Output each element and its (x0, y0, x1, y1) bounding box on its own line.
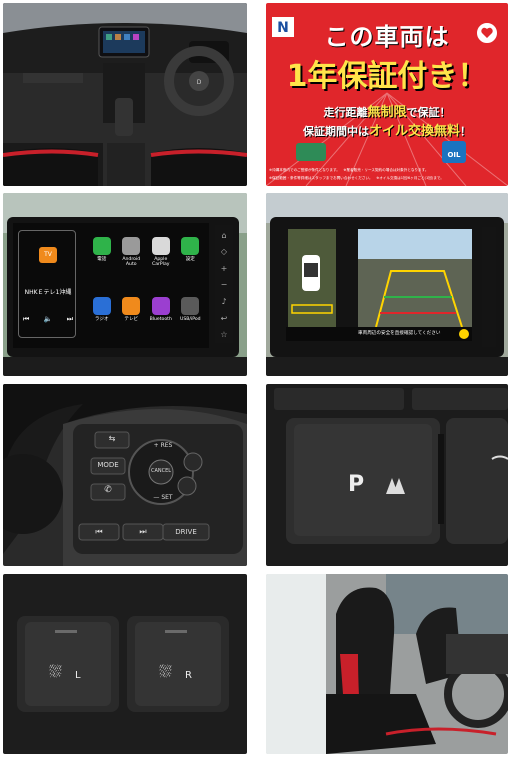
ad-headline-2: 1年保証付き！ (286, 59, 488, 94)
phone-icon (92, 237, 111, 255)
photo-steering-controls: ⇆ MODE ✆ + RES CANCEL — SET ⏮ ⏭ DRIVE (3, 384, 247, 566)
mode-button[interactable]: MODE (91, 461, 125, 469)
warning-icon (459, 329, 469, 339)
app-tile[interactable]: Android Auto (117, 237, 147, 283)
photo-interior-seats (266, 574, 508, 754)
carplay-icon (151, 237, 170, 255)
ad-line-a: 走行距離無制限で保証！ (266, 101, 508, 120)
music-icon (151, 296, 170, 315)
oil-tag: OIL (447, 151, 461, 159)
radio-widget[interactable]: TV NHKＥテレ1沖縄 ⏮ 🔈 ⏭ (18, 230, 76, 338)
prev-icon[interactable]: ⏮ (23, 315, 29, 324)
photo-seat-heaters: ⛆ L ⛆ R (3, 574, 247, 754)
home-icon[interactable]: ⌂ (221, 231, 226, 240)
warranty-ad: N この車両は 1年保証付き！ 走行距離無制限で保証！ 保証期間中はオイル交換無… (266, 3, 508, 186)
ad-line-a-pre: 走行距離 (323, 106, 368, 119)
gear-icon (181, 237, 200, 255)
camera-warning: 車両周辺の安全を直接確認してください (358, 331, 441, 336)
usb-icon (181, 296, 200, 315)
app-tile[interactable]: Bluetooth (146, 296, 176, 338)
app-grid: 電話 Android Auto Apple CarPlay 設定ラジオ テレビ Bluet… (87, 237, 205, 337)
photo-dashboard: D (3, 3, 247, 186)
media-controls: ⏮ 🔈 ⏭ (23, 315, 73, 324)
next-track-button[interactable]: ⏭ (123, 527, 163, 537)
photo-parking-switch: P (266, 384, 508, 566)
app-tile[interactable]: テレビ (117, 296, 147, 338)
seat-heater-right-button[interactable]: R (185, 670, 192, 681)
phone-icon[interactable]: ✆ (91, 485, 125, 495)
photo-infotainment: TV NHKＥテレ1沖縄 ⏮ 🔈 ⏭ 電話 Android Auto Apple Car… (3, 193, 247, 376)
android-auto-icon (122, 237, 141, 255)
prev-track-button[interactable]: ⏮ (79, 527, 119, 537)
svg-text:D: D (197, 79, 202, 86)
app-label: Bluetooth (149, 316, 172, 322)
ad-line-b: 保証期間中はオイル交換無料！ (266, 120, 508, 139)
app-label: 電話 (97, 257, 107, 262)
back-icon[interactable]: ↩ (221, 314, 228, 323)
volume-up-icon[interactable]: + (221, 264, 228, 273)
radio-station: NHKＥテレ1沖縄 (24, 289, 72, 296)
res-button[interactable]: + RES (145, 442, 181, 449)
parking-sensor-button[interactable]: P (348, 472, 364, 497)
volume-down-icon[interactable]: − (221, 280, 228, 289)
app-label: USB/iPod (179, 316, 201, 322)
photo-grid: D N この車両は 1年保証付き！ 走行距離無制限で保証！ 保証期間中はオイル交… (0, 0, 511, 757)
app-tile[interactable]: Apple CarPlay (146, 237, 176, 283)
ad-line-b-post: ！ (460, 125, 471, 138)
ad-line-b-pre: 保証期間中は (302, 125, 369, 138)
radio-icon (92, 296, 111, 315)
seat-heater-left-button[interactable]: L (75, 670, 81, 681)
tv-icon (122, 296, 141, 315)
volume-icon[interactable]: 🔈 (44, 315, 53, 324)
next-icon[interactable]: ⏭ (67, 315, 73, 324)
ad-footnote-1: ※沖縄本島内でのご登録が条件となります。 ※業者販売・リース契約の場合は対象外と… (269, 168, 429, 172)
drive-button[interactable]: DRIVE (163, 528, 209, 536)
app-tile[interactable]: ラジオ (87, 296, 117, 338)
app-tile[interactable]: 電話 (87, 237, 117, 283)
app-tile[interactable]: 設定 (176, 237, 206, 283)
lane-assist-icon[interactable]: ⇆ (99, 434, 125, 443)
app-label: テレビ (124, 316, 139, 322)
mic-icon[interactable]: ♪ (221, 297, 226, 306)
map-icon[interactable]: ◇ (221, 247, 227, 256)
cancel-button[interactable]: CANCEL (143, 468, 179, 474)
star-icon[interactable]: ☆ (220, 330, 227, 339)
app-label: ラジオ (94, 316, 109, 322)
ad-headline-1: この車両は (324, 23, 450, 51)
app-label: Apple CarPlay (152, 257, 170, 267)
set-button[interactable]: — SET (145, 494, 181, 501)
app-label: 設定 (185, 257, 195, 262)
seat-heater-left-icon[interactable]: ⛆ (49, 662, 62, 682)
tv-icon: TV (39, 247, 57, 263)
ad-line-a-em: 無制限 (367, 105, 407, 120)
photo-camera-view: 車両周辺の安全を直接確認してください (266, 193, 508, 376)
ad-footnote-2: ※保証範囲・条件等詳細はスタッフまでお問い合わせください。 ※オイル交換は1回/… (269, 176, 444, 180)
app-tile[interactable]: USB/iPod (176, 296, 206, 338)
app-label: Android Auto (122, 257, 141, 267)
side-controls: ⌂ ◇ + − ♪ ↩ ☆ (217, 227, 231, 343)
car-icon (296, 143, 326, 161)
ad-line-a-post: で保証！ (406, 106, 451, 119)
seat-heater-right-icon[interactable]: ⛆ (159, 662, 172, 682)
ad-line-b-em: オイル交換無料 (368, 124, 460, 139)
